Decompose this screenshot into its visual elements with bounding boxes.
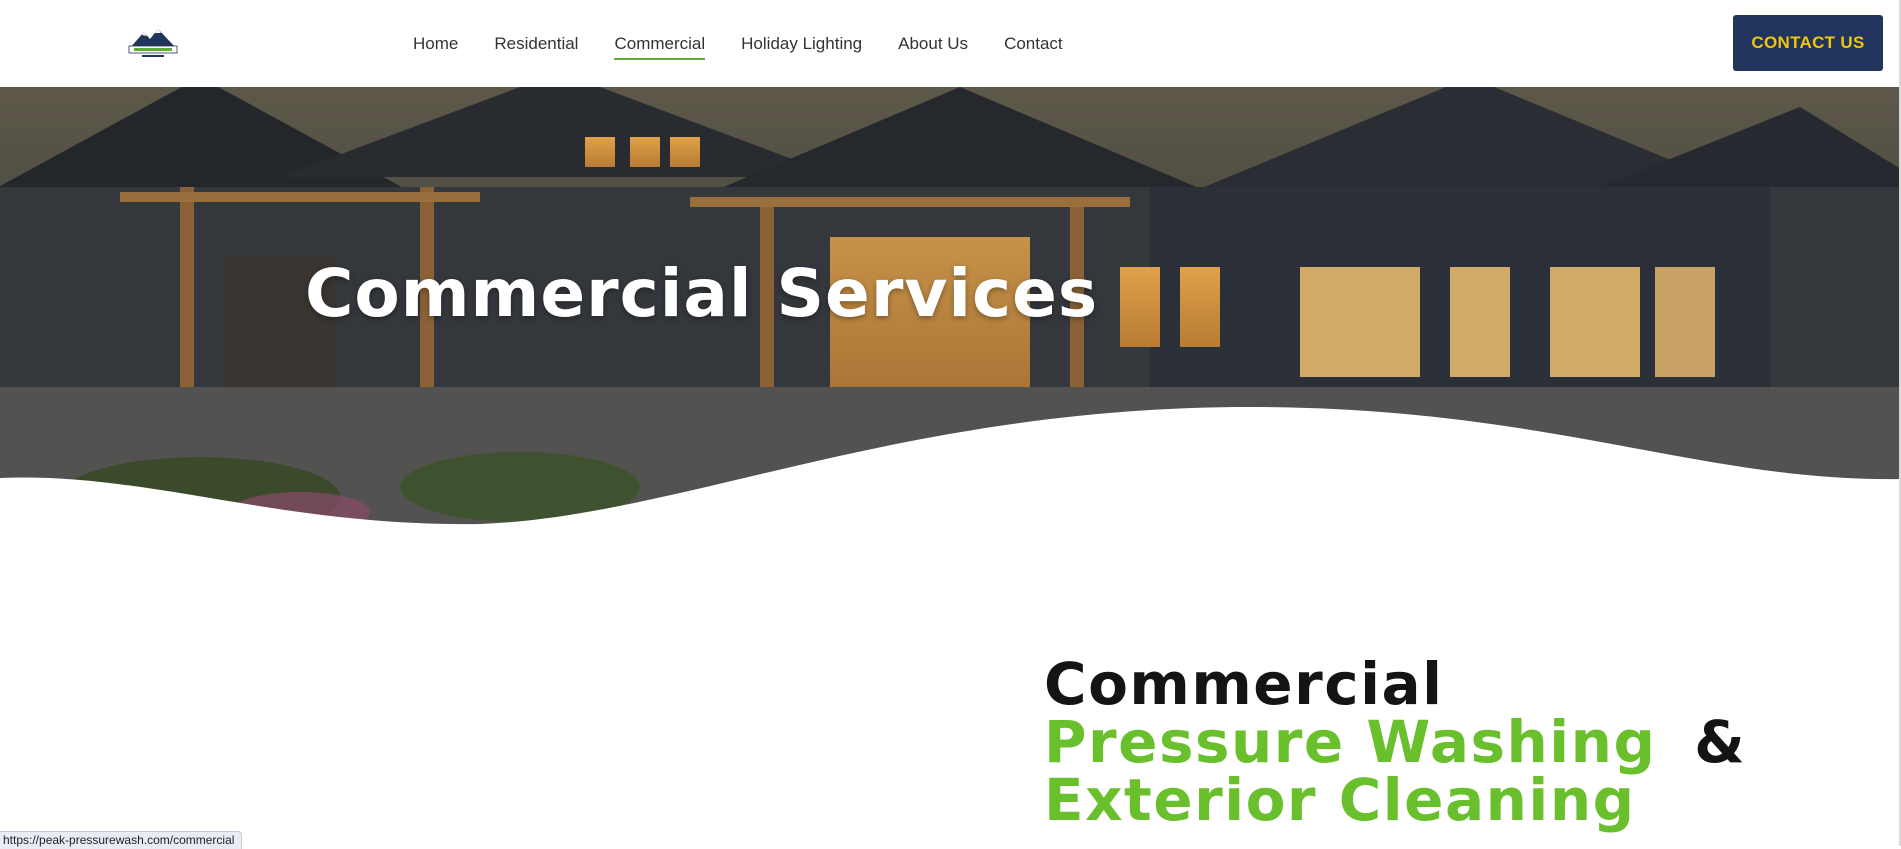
nav-contact[interactable]: Contact (1004, 28, 1063, 60)
nav-holiday-lighting[interactable]: Holiday Lighting (741, 28, 862, 60)
main-nav: Home Residential Commercial Holiday Ligh… (413, 0, 1099, 87)
nav-commercial[interactable]: Commercial (614, 28, 705, 60)
services-heading: Commercial Pressure Washing & Exterior C… (1044, 655, 1746, 829)
status-bar-url: https://peak-pressurewash.com/commercial (0, 831, 243, 849)
heading-exterior-cleaning: Exterior Cleaning (1044, 766, 1636, 834)
hero-banner: Commercial Services (0, 87, 1901, 537)
contact-us-button[interactable]: CONTACT US (1733, 15, 1883, 71)
heading-line-pressure-washing: Pressure Washing & (1044, 713, 1746, 771)
hero-title: Commercial Services (305, 255, 1099, 332)
logo[interactable] (128, 26, 178, 60)
heading-line-commercial: Commercial (1044, 650, 1444, 718)
nav-about-us[interactable]: About Us (898, 28, 968, 60)
mountain-logo-icon (128, 29, 178, 57)
nav-home[interactable]: Home (413, 28, 458, 60)
nav-residential[interactable]: Residential (494, 28, 578, 60)
site-header: Home Residential Commercial Holiday Ligh… (0, 0, 1901, 87)
heading-ampersand: & (1694, 708, 1747, 776)
